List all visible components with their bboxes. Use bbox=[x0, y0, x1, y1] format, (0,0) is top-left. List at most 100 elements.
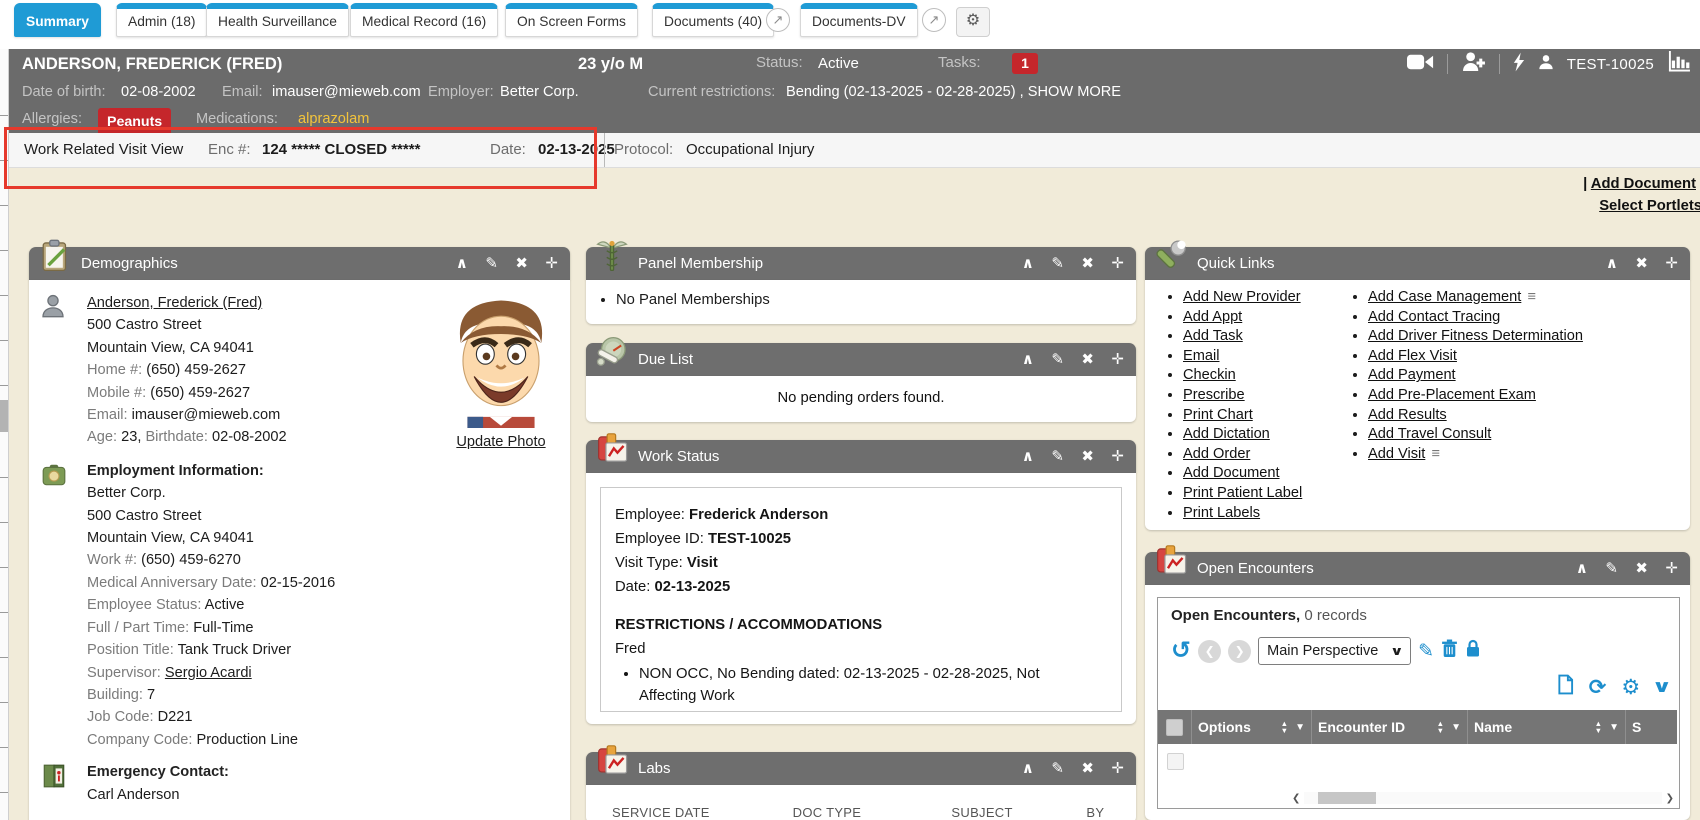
horizontal-scrollbar[interactable]: ❮ ❯ bbox=[1292, 791, 1674, 805]
quick-link[interactable]: Add Results bbox=[1368, 407, 1447, 423]
collapse-grid-chevron-icon[interactable]: ∨ bbox=[1652, 677, 1673, 697]
close-icon[interactable]: ✖ bbox=[1081, 247, 1094, 280]
medication-value[interactable]: alprazolam bbox=[298, 106, 369, 133]
quick-link[interactable]: Add Travel Consult bbox=[1368, 426, 1491, 442]
labs-col-service-date[interactable]: SERVICE DATE bbox=[612, 805, 793, 820]
labs-col-subject[interactable]: SUBJECT bbox=[951, 805, 1086, 820]
quick-link[interactable]: Email bbox=[1183, 348, 1220, 364]
email-value[interactable]: imauser@mieweb.com bbox=[272, 79, 421, 106]
edit-icon[interactable]: ✎ bbox=[1051, 343, 1064, 376]
close-icon[interactable]: ✖ bbox=[1081, 343, 1094, 376]
close-icon[interactable]: ✖ bbox=[1635, 247, 1648, 280]
quick-link[interactable]: Print Labels bbox=[1183, 505, 1260, 521]
refresh-icon[interactable]: ⟳ bbox=[1589, 675, 1607, 700]
collapse-icon[interactable]: ∧ bbox=[456, 247, 468, 280]
col-name[interactable]: Name ▲▼ ▼ bbox=[1468, 710, 1626, 744]
collapsed-side-gutter[interactable] bbox=[0, 49, 9, 820]
user-icon[interactable] bbox=[1538, 54, 1554, 75]
tab-admin[interactable]: Admin (18) bbox=[116, 3, 207, 37]
collapse-icon[interactable]: ∧ bbox=[1022, 440, 1034, 473]
move-icon[interactable]: ✛ bbox=[1111, 247, 1124, 280]
documents-popout-icon[interactable]: ↗ bbox=[766, 8, 790, 32]
documents-dv-popout-icon[interactable]: ↗ bbox=[922, 8, 946, 32]
nav-forward-icon[interactable]: ❯ bbox=[1228, 640, 1251, 663]
move-icon[interactable]: ✛ bbox=[1665, 552, 1678, 585]
scroll-right-icon[interactable]: ❯ bbox=[1662, 793, 1674, 804]
move-icon[interactable]: ✛ bbox=[545, 247, 558, 280]
filter-icon[interactable]: ▼ bbox=[1295, 722, 1305, 733]
move-icon[interactable]: ✛ bbox=[1111, 752, 1124, 785]
quick-link[interactable]: Checkin bbox=[1183, 367, 1236, 383]
edit-icon[interactable]: ✎ bbox=[1051, 247, 1064, 280]
labs-col-doc-type[interactable]: DOC TYPE bbox=[793, 805, 952, 820]
tab-settings-gear-icon[interactable]: ⚙ bbox=[956, 7, 990, 37]
close-icon[interactable]: ✖ bbox=[1081, 440, 1094, 473]
grid-settings-gear-icon[interactable]: ⚙ bbox=[1621, 675, 1640, 700]
collapse-icon[interactable]: ∧ bbox=[1022, 343, 1034, 376]
close-icon[interactable]: ✖ bbox=[1635, 552, 1648, 585]
tab-on-screen-forms[interactable]: On Screen Forms bbox=[505, 3, 638, 37]
edit-icon[interactable]: ✎ bbox=[1051, 440, 1064, 473]
patient-name-link[interactable]: Anderson, Frederick (Fred) bbox=[87, 295, 262, 311]
col-status-clipped[interactable]: S bbox=[1626, 710, 1677, 744]
quick-action-bolt-icon[interactable] bbox=[1513, 52, 1525, 77]
quick-link[interactable]: Add Flex Visit bbox=[1368, 348, 1457, 364]
collapse-icon[interactable]: ∧ bbox=[1022, 752, 1034, 785]
tab-documents-dv[interactable]: Documents-DV bbox=[800, 3, 918, 37]
col-encounter-id[interactable]: Encounter ID ▲▼ ▼ bbox=[1312, 710, 1468, 744]
quick-link[interactable]: Add Contact Tracing bbox=[1368, 309, 1500, 325]
filter-icon[interactable]: ▼ bbox=[1609, 722, 1619, 733]
quick-link[interactable]: Add Task bbox=[1183, 328, 1243, 344]
quick-link[interactable]: Print Patient Label bbox=[1183, 485, 1302, 501]
gutter-thumb[interactable] bbox=[0, 400, 8, 432]
add-document-link[interactable]: Add Document bbox=[1591, 176, 1696, 192]
collapse-icon[interactable]: ∧ bbox=[1022, 247, 1034, 280]
scroll-left-icon[interactable]: ❮ bbox=[1292, 793, 1304, 804]
quick-link[interactable]: Add Pre-Placement Exam bbox=[1368, 387, 1536, 403]
close-icon[interactable]: ✖ bbox=[515, 247, 528, 280]
supervisor-link[interactable]: Sergio Acardi bbox=[165, 665, 252, 681]
open-encounters-header[interactable]: Open Encounters ∧ ✎ ✖ ✛ bbox=[1145, 552, 1690, 585]
labs-col-by[interactable]: BY bbox=[1086, 805, 1136, 820]
video-call-icon[interactable] bbox=[1407, 53, 1434, 76]
collapse-icon[interactable]: ∧ bbox=[1606, 247, 1618, 280]
tab-summary[interactable]: Summary bbox=[14, 3, 101, 37]
tasks-count-badge[interactable]: 1 bbox=[1012, 53, 1038, 74]
quick-link[interactable]: Add Visit bbox=[1368, 446, 1425, 462]
sort-icon[interactable]: ▲▼ bbox=[1275, 720, 1288, 734]
edit-icon[interactable]: ✎ bbox=[1051, 752, 1064, 785]
select-portlets-link[interactable]: Select Portlets bbox=[1599, 198, 1700, 214]
update-photo-link[interactable]: Update Photo bbox=[456, 434, 545, 450]
empty-grid-row[interactable] bbox=[1158, 744, 1677, 784]
patient-id[interactable]: TEST-10025 bbox=[1567, 56, 1654, 73]
sort-icon[interactable]: ▲▼ bbox=[1589, 720, 1602, 734]
delete-perspective-icon[interactable] bbox=[1441, 639, 1458, 663]
due-list-header[interactable]: Due List ∧ ✎ ✖ ✛ bbox=[586, 343, 1136, 376]
move-icon[interactable]: ✛ bbox=[1111, 343, 1124, 376]
quick-link[interactable]: Add Payment bbox=[1368, 367, 1456, 383]
quick-link[interactable]: Add Dictation bbox=[1183, 426, 1270, 442]
quick-link[interactable]: Add Appt bbox=[1183, 309, 1242, 325]
tab-health-surveillance[interactable]: Health Surveillance bbox=[206, 3, 349, 37]
row-checkbox[interactable] bbox=[1167, 753, 1184, 770]
select-all-checkbox[interactable] bbox=[1166, 719, 1183, 736]
list-icon[interactable]: ≡ bbox=[1527, 288, 1536, 308]
sort-icon[interactable]: ▲▼ bbox=[1431, 720, 1444, 734]
panel-membership-header[interactable]: Panel Membership ∧ ✎ ✖ ✛ bbox=[586, 247, 1136, 280]
quick-link[interactable]: Add Document bbox=[1183, 465, 1280, 481]
quick-link[interactable]: Print Chart bbox=[1183, 407, 1253, 423]
restrictions-value[interactable]: Bending (02-13-2025 - 02-28-2025) , SHOW… bbox=[786, 79, 1121, 106]
filter-icon[interactable]: ▼ bbox=[1451, 722, 1461, 733]
scrollbar-thumb[interactable] bbox=[1318, 792, 1376, 804]
edit-perspective-icon[interactable]: ✎ bbox=[1418, 640, 1434, 663]
edit-icon[interactable]: ✎ bbox=[1605, 552, 1618, 585]
flowsheet-chart-icon[interactable] bbox=[1667, 51, 1690, 77]
col-options[interactable]: Options ▲▼ ▼ bbox=[1192, 710, 1312, 744]
edit-icon[interactable]: ✎ bbox=[485, 247, 498, 280]
tab-documents[interactable]: Documents (40) bbox=[652, 3, 774, 37]
list-icon[interactable]: ≡ bbox=[1431, 445, 1440, 465]
perspective-select[interactable]: Main Perspective ∨ bbox=[1258, 637, 1411, 665]
undo-icon[interactable]: ↺ bbox=[1171, 638, 1191, 664]
quick-links-header[interactable]: Quick Links ∧ ✖ ✛ bbox=[1145, 247, 1690, 280]
quick-link[interactable]: Add Case Management bbox=[1368, 289, 1521, 305]
